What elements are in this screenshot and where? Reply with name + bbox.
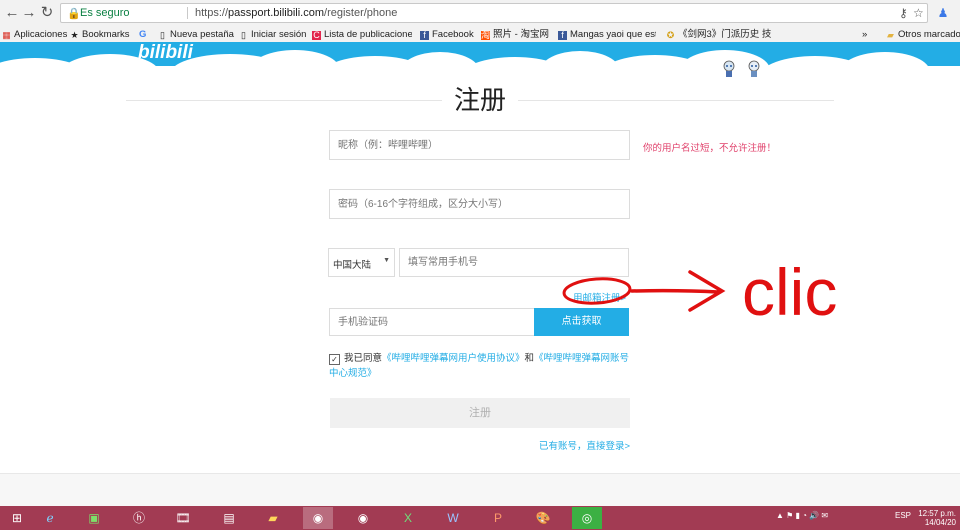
url-text: https://passport.bilibili.com/register/p… (195, 7, 398, 19)
page-footer (0, 473, 960, 507)
back-icon[interactable]: ← (3, 4, 21, 22)
register-button[interactable]: 注册 (330, 398, 630, 428)
taobao-icon: 淘 (481, 30, 491, 40)
password-input[interactable] (338, 190, 608, 218)
star-icon: ★ (70, 30, 79, 40)
internet-explorer-icon[interactable]: ℯ (35, 507, 65, 529)
paint-icon[interactable]: 🎨 (528, 507, 558, 529)
calculator-icon[interactable]: ▤ (214, 507, 244, 529)
forward-icon[interactable]: → (20, 4, 38, 22)
bookmarks-other[interactable]: ▰Otros marcadores (886, 27, 960, 42)
code-input[interactable] (338, 309, 522, 335)
clock[interactable]: 12:57 p.m. 14/04/20 (918, 509, 956, 527)
bilibili-logo[interactable]: bilibili (138, 42, 193, 64)
extension-icon[interactable]: ♟ (934, 4, 952, 22)
code-field (329, 308, 535, 336)
file-explorer-icon[interactable]: ▰ (258, 507, 288, 529)
chrome-alt-icon[interactable]: ◉ (348, 507, 378, 529)
bookmark-bookmarks[interactable]: ★ Bookmarks (70, 27, 129, 42)
login-link[interactable]: 已有账号，直接登录> (539, 438, 630, 452)
dropdown-arrow-icon: ▼ (383, 257, 390, 264)
bookmark-mangas[interactable]: f Mangas yaoi que esta (558, 27, 656, 42)
annotation-arrow (630, 270, 726, 312)
nickname-field (329, 130, 630, 160)
bookmark-apps[interactable]: ▦ Aplicaciones (2, 27, 67, 42)
phone-input[interactable] (408, 249, 614, 276)
mascot-33-icon (748, 60, 760, 77)
bookmark-new-tab[interactable]: ▯ Nueva pestaña (158, 27, 234, 42)
bookmark-facebook[interactable]: f Facebook (420, 27, 474, 42)
bookmarks-more[interactable]: » (862, 27, 867, 42)
agreement-row: ✓ 我已同意《哔哩哔哩弹幕网用户使用协议》和《哔哩哔哩弹幕网账号中心规范》 (329, 351, 634, 381)
email-register-link[interactable]: 用邮箱注册> (573, 290, 626, 304)
bookmark-publications[interactable]: C Lista de publicaciones (312, 27, 412, 42)
agree-and: 和 (524, 353, 535, 364)
page-icon: ▯ (160, 30, 165, 40)
bookmark-taobao[interactable]: 淘照片 - 淘宝网 (481, 27, 549, 42)
user-agreement-link[interactable]: 《哔哩哔哩弹幕网用户使用协议》 (382, 353, 525, 364)
address-bar[interactable]: 🔒 Es seguro https://passport.bilibili.co… (60, 3, 928, 23)
wifi-app-icon[interactable]: ◎ (572, 507, 602, 529)
excel-icon[interactable]: X (393, 507, 423, 529)
annotation-text: clic (742, 255, 837, 329)
bookmark-login[interactable]: ▯ Iniciar sesión (239, 27, 306, 42)
apps-grid-icon: ▦ (2, 30, 11, 40)
folder-icon: ▰ (887, 30, 894, 40)
nickname-error: 你的用户名过短，不允许注册！ (643, 143, 777, 154)
mascot-22-icon (723, 60, 735, 77)
agree-prefix: 我已同意 (344, 353, 383, 364)
chrome-icon[interactable]: ◉ (303, 507, 333, 529)
password-field (329, 189, 630, 219)
language-indicator[interactable]: ESP (895, 511, 911, 520)
powerpoint-icon[interactable]: P (483, 507, 513, 529)
page-title: 注册 (442, 80, 518, 117)
facebook-icon: f (558, 31, 567, 40)
windows-start-icon[interactable]: ⊞ (2, 507, 32, 529)
lock-icon: 🔒 (67, 8, 81, 20)
game-icon: ✪ (666, 30, 675, 40)
bookmark-star-icon[interactable]: ☆ (913, 6, 924, 20)
bookmarks-bar: ▦ Aplicaciones ★ Bookmarks G ▯ Nueva pestañ… (0, 27, 960, 43)
title-rule-right (518, 100, 834, 101)
c-logo-icon: C (312, 30, 321, 40)
browser-toolbar: ← → ↻ 🔒 Es seguro https://passport.bilib… (0, 0, 960, 28)
agree-checkbox[interactable]: ✓ (329, 354, 340, 365)
country-value: 中国大陆 (333, 260, 372, 271)
bookmark-jx3[interactable]: ✪ 《剑网3》门派历史 技能 (666, 27, 771, 42)
get-code-button[interactable]: 点击获取 (534, 308, 629, 336)
tray-icons[interactable]: ▲ ⚑ ▮ ◔ 🔊 ✉ (776, 511, 828, 520)
key-icon[interactable]: ⚷ (899, 6, 908, 20)
media-icon[interactable]: 🎞 (168, 507, 198, 529)
country-select[interactable]: 中国大陆 ▼ (328, 248, 395, 277)
nickname-input[interactable] (338, 131, 608, 159)
address-separator (187, 7, 188, 19)
facebook-icon: f (420, 31, 429, 40)
secure-label: Es seguro (80, 7, 130, 19)
page-icon: ▯ (241, 30, 246, 40)
word-icon[interactable]: W (438, 507, 468, 529)
phone-field (399, 248, 629, 277)
windows-taskbar: ⊞ ℯ ▣ ⓗ 🎞 ▤ ▰ ◉ ◉ X W P 🎨 ◎ ▲ ⚑ ▮ ◔ 🔊 ✉ … (0, 506, 960, 530)
bookmark-google[interactable]: G (139, 27, 146, 42)
store-icon[interactable]: ▣ (79, 507, 109, 529)
hp-icon[interactable]: ⓗ (124, 507, 154, 529)
reload-icon[interactable]: ↻ (38, 4, 56, 22)
title-rule-left (126, 100, 442, 101)
